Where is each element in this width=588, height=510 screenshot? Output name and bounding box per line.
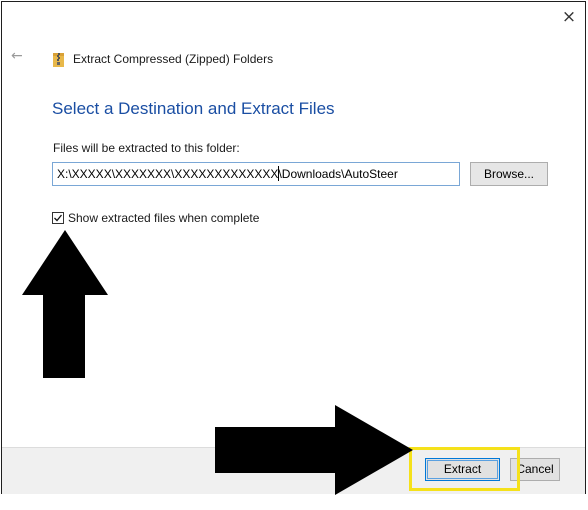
navigation-bar: ← Extract Compressed (Zipped) Folders: [2, 42, 585, 72]
title-bar: ×: [2, 2, 585, 32]
extract-highlight-annotation: [409, 447, 520, 491]
destination-path-input[interactable]: X:\XXXXX\XXXXXXX\XXXXXXXXXXXXX\Downloads…: [52, 162, 460, 186]
show-files-checkbox-label[interactable]: Show extracted files when complete: [68, 211, 259, 225]
browse-button[interactable]: Browse...: [470, 162, 548, 186]
page-heading: Select a Destination and Extract Files: [52, 99, 335, 118]
destination-label: Files will be extracted to this folder:: [53, 141, 240, 155]
back-arrow-icon[interactable]: ←: [11, 48, 23, 64]
checkmark-icon: [54, 214, 63, 222]
close-icon[interactable]: ×: [557, 5, 581, 29]
show-files-checkbox[interactable]: [52, 212, 64, 224]
dialog-title: Extract Compressed (Zipped) Folders: [73, 52, 274, 66]
zip-folder-icon: [53, 53, 64, 67]
annotation-arrow-right: [215, 405, 413, 495]
annotation-arrow-up: [22, 230, 108, 378]
path-text-before-caret: X:\XXXXX\XXXXXXX\XXXXXXXXXXXXX: [57, 167, 279, 181]
path-text-after-caret: \Downloads\AutoSteer: [278, 167, 398, 181]
